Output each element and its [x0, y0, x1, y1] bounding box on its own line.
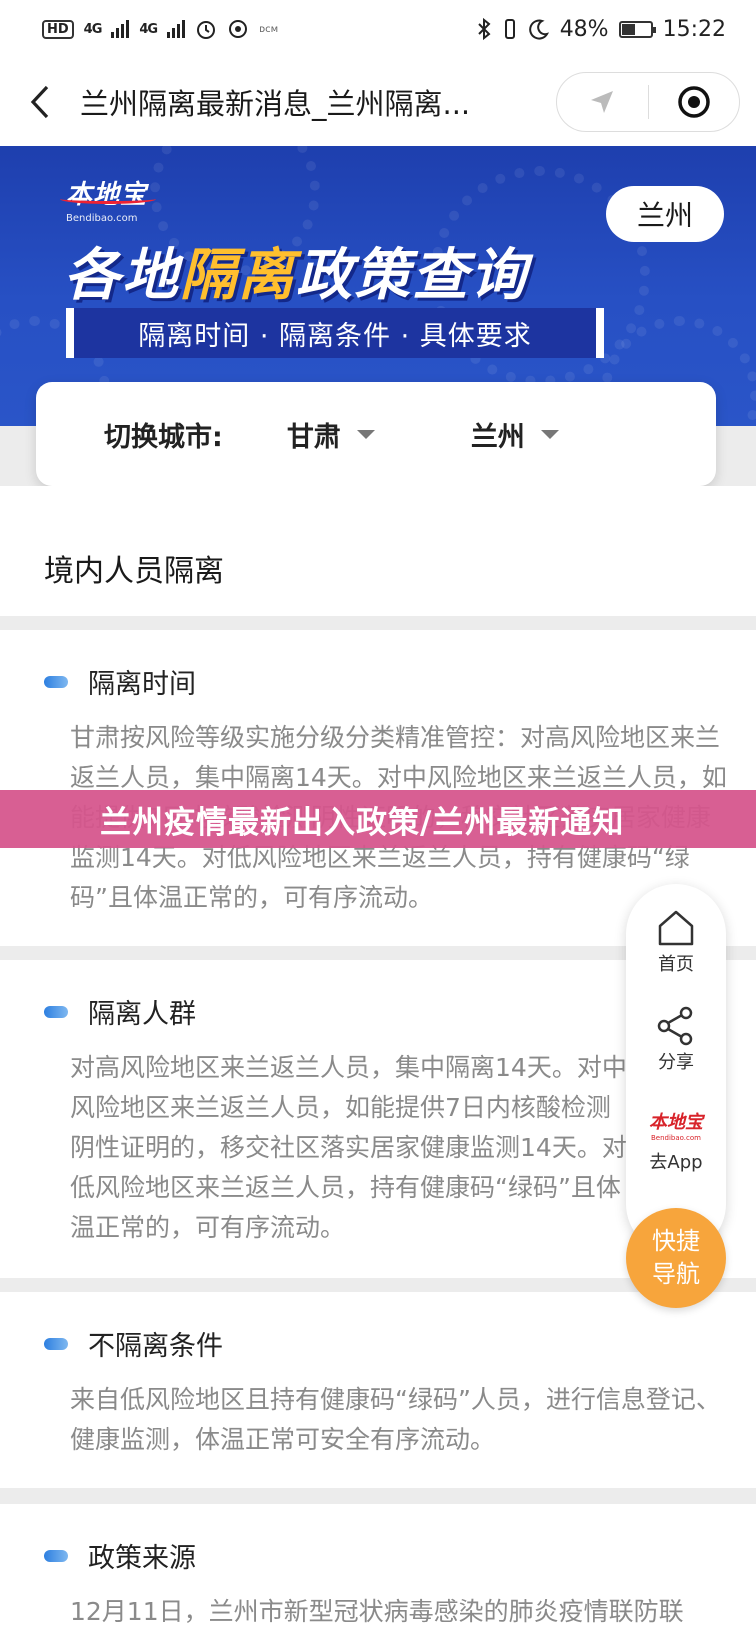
- bendibao-logo: 本地宝 Bendibao.com: [60, 174, 156, 224]
- block-body: 对高风险地区来兰返兰人员，集中隔离14天。对中风险地区来兰返兰人员，如能提供7日…: [70, 1053, 627, 1242]
- province-value: 甘肃: [286, 421, 341, 453]
- clock: 15:22: [662, 16, 726, 42]
- block-title: 隔离时间: [88, 669, 196, 700]
- info-block-policy-source: 政策来源 12月11日，兰州市新型冠状病毒感染的肺炎疫情联防联: [0, 1504, 756, 1638]
- city-selector-card: 切换城市: 甘肃 兰州: [36, 382, 716, 486]
- share-button[interactable]: 分享: [626, 1004, 726, 1074]
- battery-icon: [618, 20, 656, 38]
- banner-title: 各地隔离政策查询: [64, 230, 528, 311]
- signal-icon: [111, 20, 130, 38]
- block-body: 12月11日，兰州市新型冠状病毒感染的肺炎疫情联防联: [70, 1597, 684, 1626]
- app-logo: 本地宝: [649, 1112, 703, 1133]
- quick-nav-button[interactable]: 快捷 导航: [626, 1208, 726, 1308]
- status-left: HD 4G 4G ᴅᴄᴍ: [42, 18, 278, 40]
- city-pill[interactable]: 兰州: [606, 186, 724, 242]
- status-bar: HD 4G 4G ᴅᴄᴍ 48% 15:22: [0, 0, 756, 58]
- caret-down-icon: [540, 429, 559, 439]
- bluetooth-icon: [477, 17, 491, 41]
- section-title: 境内人员隔离: [44, 554, 224, 589]
- block-heading: 政策来源: [44, 1536, 196, 1575]
- info-block-no-quarantine: 不隔离条件 来自低风险地区且持有健康码“绿码”人员，进行信息登记、健康监测，体温…: [0, 1292, 756, 1488]
- moon-icon: [528, 19, 549, 40]
- logo-swoosh: [60, 194, 156, 204]
- network-type-2: 4G: [139, 21, 158, 37]
- nav-bar: 兰州隔离最新消息_兰州隔离...: [0, 58, 756, 146]
- app-logo-domain: Bendibao.com: [650, 1134, 701, 1142]
- open-app-button[interactable]: 本地宝 Bendibao.com 去App: [626, 1112, 726, 1174]
- quick-nav-label-2: 导航: [652, 1260, 700, 1288]
- network-type-1: 4G: [83, 21, 103, 37]
- close-miniapp-button[interactable]: [649, 73, 740, 131]
- block-title: 隔离人群: [88, 999, 196, 1030]
- block-title: 不隔离条件: [88, 1331, 223, 1362]
- bullet-dot-icon: [44, 1549, 68, 1562]
- city-value: 兰州: [470, 421, 525, 453]
- hd-badge: HD: [42, 19, 74, 39]
- logo-text: 本地宝: [66, 180, 148, 210]
- quick-nav-label-1: 快捷: [652, 1227, 700, 1255]
- location-button[interactable]: [557, 73, 648, 131]
- miniapp-capsule: [556, 72, 740, 132]
- chevron-left-icon: [30, 85, 49, 119]
- side-toolbar: 首页 分享 本地宝 Bendibao.com 去App: [626, 884, 726, 1254]
- block-heading: 隔离人群: [44, 992, 196, 1031]
- location-arrow-icon: [591, 91, 614, 113]
- vibrate-icon: [504, 19, 515, 39]
- target-icon: [678, 86, 710, 118]
- banner-title-pre: 各地: [64, 243, 180, 308]
- logo-domain: Bendibao.com: [66, 213, 138, 224]
- notification-indicator: ᴅᴄᴍ: [259, 23, 279, 35]
- status-right: 48% 15:22: [476, 17, 726, 42]
- province-dropdown[interactable]: 甘肃: [287, 415, 375, 454]
- battery-percent: 48%: [559, 16, 609, 42]
- banner-title-post: 政策查询: [296, 243, 528, 308]
- overlay-caption: 兰州疫情最新出入政策/兰州最新通知: [0, 790, 756, 848]
- alarm-icon: [197, 21, 216, 39]
- block-body: 来自低风险地区且持有健康码“绿码”人员，进行信息登记、健康监测，体温正常可安全有…: [70, 1385, 721, 1454]
- bullet-dot-icon: [44, 1005, 68, 1018]
- share-icon: [657, 1006, 693, 1046]
- city-selector-label: 切换城市:: [104, 421, 223, 453]
- block-heading: 不隔离条件: [44, 1324, 223, 1363]
- bullet-dot-icon: [44, 1337, 68, 1350]
- banner-title-highlight: 隔离: [180, 243, 296, 308]
- open-app-label: 去App: [649, 1152, 703, 1173]
- back-button[interactable]: [0, 58, 80, 146]
- block-heading: 隔离时间: [44, 662, 196, 701]
- banner-subtitle: 隔离时间 · 隔离条件 · 具体要求: [66, 308, 604, 358]
- section-header: 境内人员隔离: [0, 486, 756, 616]
- home-label: 首页: [658, 954, 694, 975]
- caret-down-icon: [356, 429, 375, 439]
- sync-icon: [229, 20, 248, 38]
- signal-icon: [167, 20, 186, 38]
- share-label: 分享: [658, 1052, 694, 1073]
- city-dropdown[interactable]: 兰州: [471, 415, 559, 454]
- page-title: 兰州隔离最新消息_兰州隔离...: [80, 87, 471, 121]
- bullet-dot-icon: [44, 675, 68, 688]
- home-icon: [658, 910, 694, 946]
- home-button[interactable]: 首页: [626, 906, 726, 976]
- block-title: 政策来源: [88, 1543, 196, 1574]
